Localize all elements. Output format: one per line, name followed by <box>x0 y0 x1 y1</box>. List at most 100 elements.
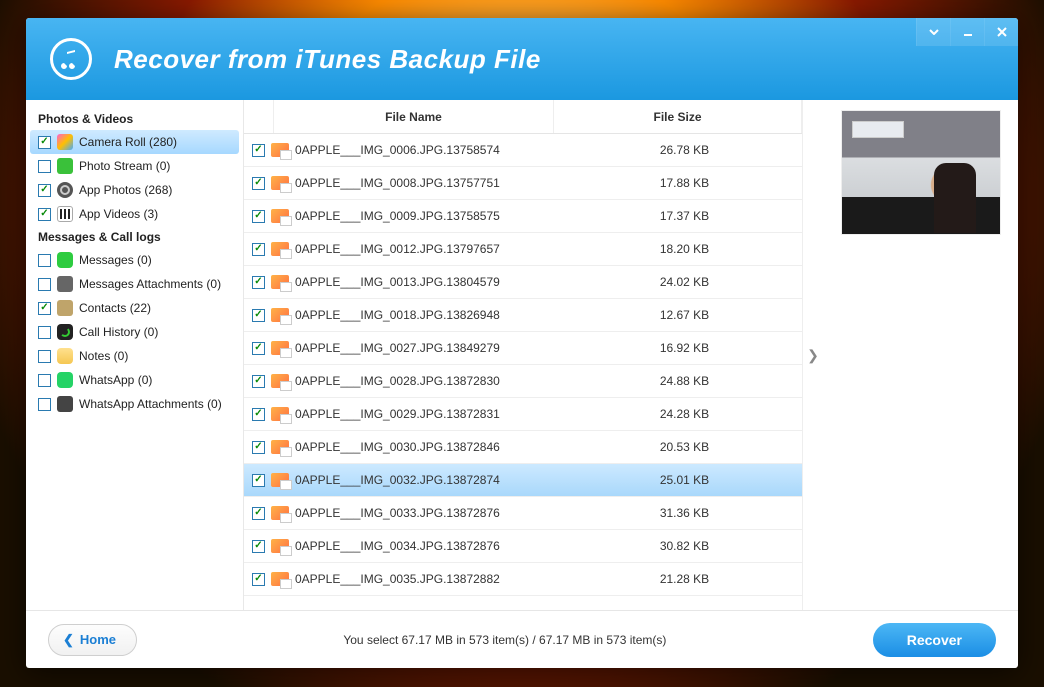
table-row[interactable]: 0APPLE___IMG_0027.JPG.1384927916.92 KB <box>244 332 802 365</box>
sidebar-item[interactable]: Photo Stream (0) <box>26 154 243 178</box>
cell-file-name: 0APPLE___IMG_0030.JPG.13872846 <box>295 440 567 454</box>
sidebar-item[interactable]: WhatsApp Attachments (0) <box>26 392 243 416</box>
app-window: Recover from iTunes Backup File Photos &… <box>26 18 1018 668</box>
checkbox[interactable] <box>38 184 51 197</box>
table-row[interactable]: 0APPLE___IMG_0032.JPG.1387287425.01 KB <box>244 464 802 497</box>
image-file-icon <box>271 341 289 355</box>
home-button[interactable]: ❮ Home <box>48 624 137 656</box>
checkbox[interactable] <box>38 350 51 363</box>
image-file-icon <box>271 440 289 454</box>
cell-file-name: 0APPLE___IMG_0033.JPG.13872876 <box>295 506 567 520</box>
checkbox[interactable] <box>38 374 51 387</box>
selection-status: You select 67.17 MB in 573 item(s) / 67.… <box>137 633 873 647</box>
sidebar-item[interactable]: Messages (0) <box>26 248 243 272</box>
ic-callhist-icon <box>57 324 73 340</box>
cell-file-name: 0APPLE___IMG_0012.JPG.13797657 <box>295 242 567 256</box>
checkbox[interactable] <box>38 254 51 267</box>
page-title: Recover from iTunes Backup File <box>114 44 541 75</box>
row-checkbox[interactable] <box>252 243 265 256</box>
table-row[interactable]: 0APPLE___IMG_0029.JPG.1387283124.28 KB <box>244 398 802 431</box>
checkbox[interactable] <box>38 326 51 339</box>
cell-file-name: 0APPLE___IMG_0018.JPG.13826948 <box>295 308 567 322</box>
cell-file-name: 0APPLE___IMG_0028.JPG.13872830 <box>295 374 567 388</box>
checkbox[interactable] <box>38 398 51 411</box>
table-row[interactable]: 0APPLE___IMG_0013.JPG.1380457924.02 KB <box>244 266 802 299</box>
cell-file-size: 24.28 KB <box>567 407 802 421</box>
table-row[interactable]: 0APPLE___IMG_0035.JPG.1387288221.28 KB <box>244 563 802 596</box>
cell-file-size: 21.28 KB <box>567 572 802 586</box>
table-header: File Name File Size <box>244 100 802 134</box>
table-row[interactable]: 0APPLE___IMG_0006.JPG.1375857426.78 KB <box>244 134 802 167</box>
cell-file-size: 17.37 KB <box>567 209 802 223</box>
sidebar-item-label: Contacts (22) <box>79 301 151 315</box>
row-checkbox[interactable] <box>252 540 265 553</box>
table-row[interactable]: 0APPLE___IMG_0012.JPG.1379765718.20 KB <box>244 233 802 266</box>
sidebar-item-label: App Videos (3) <box>79 207 158 221</box>
row-checkbox[interactable] <box>252 474 265 487</box>
table-row[interactable]: 0APPLE___IMG_0018.JPG.1382694812.67 KB <box>244 299 802 332</box>
image-file-icon <box>271 275 289 289</box>
cell-file-name: 0APPLE___IMG_0027.JPG.13849279 <box>295 341 567 355</box>
checkbox[interactable] <box>38 278 51 291</box>
sidebar-item[interactable]: App Photos (268) <box>26 178 243 202</box>
row-checkbox[interactable] <box>252 177 265 190</box>
cell-file-name: 0APPLE___IMG_0034.JPG.13872876 <box>295 539 567 553</box>
image-file-icon <box>271 407 289 421</box>
table-row[interactable]: 0APPLE___IMG_0009.JPG.1375857517.37 KB <box>244 200 802 233</box>
row-checkbox[interactable] <box>252 441 265 454</box>
table-row[interactable]: 0APPLE___IMG_0008.JPG.1375775117.88 KB <box>244 167 802 200</box>
image-file-icon <box>271 143 289 157</box>
sidebar-item[interactable]: WhatsApp (0) <box>26 368 243 392</box>
sidebar-item-label: App Photos (268) <box>79 183 172 197</box>
row-checkbox[interactable] <box>252 210 265 223</box>
checkbox[interactable] <box>38 160 51 173</box>
row-checkbox[interactable] <box>252 507 265 520</box>
table-body[interactable]: 0APPLE___IMG_0006.JPG.1375857426.78 KB0A… <box>244 134 802 610</box>
close-button[interactable] <box>984 18 1018 46</box>
sidebar-item[interactable]: Notes (0) <box>26 344 243 368</box>
cell-file-size: 17.88 KB <box>567 176 802 190</box>
ic-appvideos-icon <box>57 206 73 222</box>
row-checkbox[interactable] <box>252 342 265 355</box>
row-checkbox[interactable] <box>252 309 265 322</box>
category-sidebar[interactable]: Photos & Videos Camera Roll (280) Photo St… <box>26 100 244 610</box>
table-row[interactable]: 0APPLE___IMG_0033.JPG.1387287631.36 KB <box>244 497 802 530</box>
image-file-icon <box>271 473 289 487</box>
row-checkbox[interactable] <box>252 144 265 157</box>
cell-file-size: 16.92 KB <box>567 341 802 355</box>
column-file-size[interactable]: File Size <box>554 100 802 133</box>
table-row[interactable]: 0APPLE___IMG_0034.JPG.1387287630.82 KB <box>244 530 802 563</box>
preview-image <box>841 110 1001 235</box>
table-row[interactable]: 0APPLE___IMG_0028.JPG.1387283024.88 KB <box>244 365 802 398</box>
sidebar-item-label: Messages (0) <box>79 253 152 267</box>
sidebar-item[interactable]: App Videos (3) <box>26 202 243 226</box>
row-checkbox[interactable] <box>252 276 265 289</box>
row-checkbox[interactable] <box>252 408 265 421</box>
checkbox[interactable] <box>38 302 51 315</box>
sidebar-item-label: Camera Roll (280) <box>79 135 177 149</box>
row-checkbox[interactable] <box>252 573 265 586</box>
sidebar-item[interactable]: Camera Roll (280) <box>30 130 239 154</box>
sidebar-item[interactable]: Call History (0) <box>26 320 243 344</box>
checkbox[interactable] <box>38 136 51 149</box>
home-button-label: Home <box>80 632 116 647</box>
row-checkbox[interactable] <box>252 375 265 388</box>
chevron-left-icon: ❮ <box>63 632 74 648</box>
recover-button[interactable]: Recover <box>873 623 996 657</box>
column-file-name[interactable]: File Name <box>274 100 554 133</box>
sidebar-heading: Photos & Videos <box>26 108 243 130</box>
cell-file-name: 0APPLE___IMG_0008.JPG.13757751 <box>295 176 567 190</box>
sidebar-heading: Messages & Call logs <box>26 226 243 248</box>
dropdown-button[interactable] <box>916 18 950 46</box>
minimize-button[interactable] <box>950 18 984 46</box>
ic-photostream-icon <box>57 158 73 174</box>
cell-file-size: 12.67 KB <box>567 308 802 322</box>
sidebar-item[interactable]: Contacts (22) <box>26 296 243 320</box>
sidebar-item[interactable]: Messages Attachments (0) <box>26 272 243 296</box>
preview-pane <box>823 100 1018 610</box>
footer-bar: ❮ Home You select 67.17 MB in 573 item(s… <box>26 610 1018 668</box>
image-file-icon <box>271 506 289 520</box>
table-row[interactable]: 0APPLE___IMG_0030.JPG.1387284620.53 KB <box>244 431 802 464</box>
next-page-button[interactable]: ❯ <box>803 100 823 610</box>
checkbox[interactable] <box>38 208 51 221</box>
